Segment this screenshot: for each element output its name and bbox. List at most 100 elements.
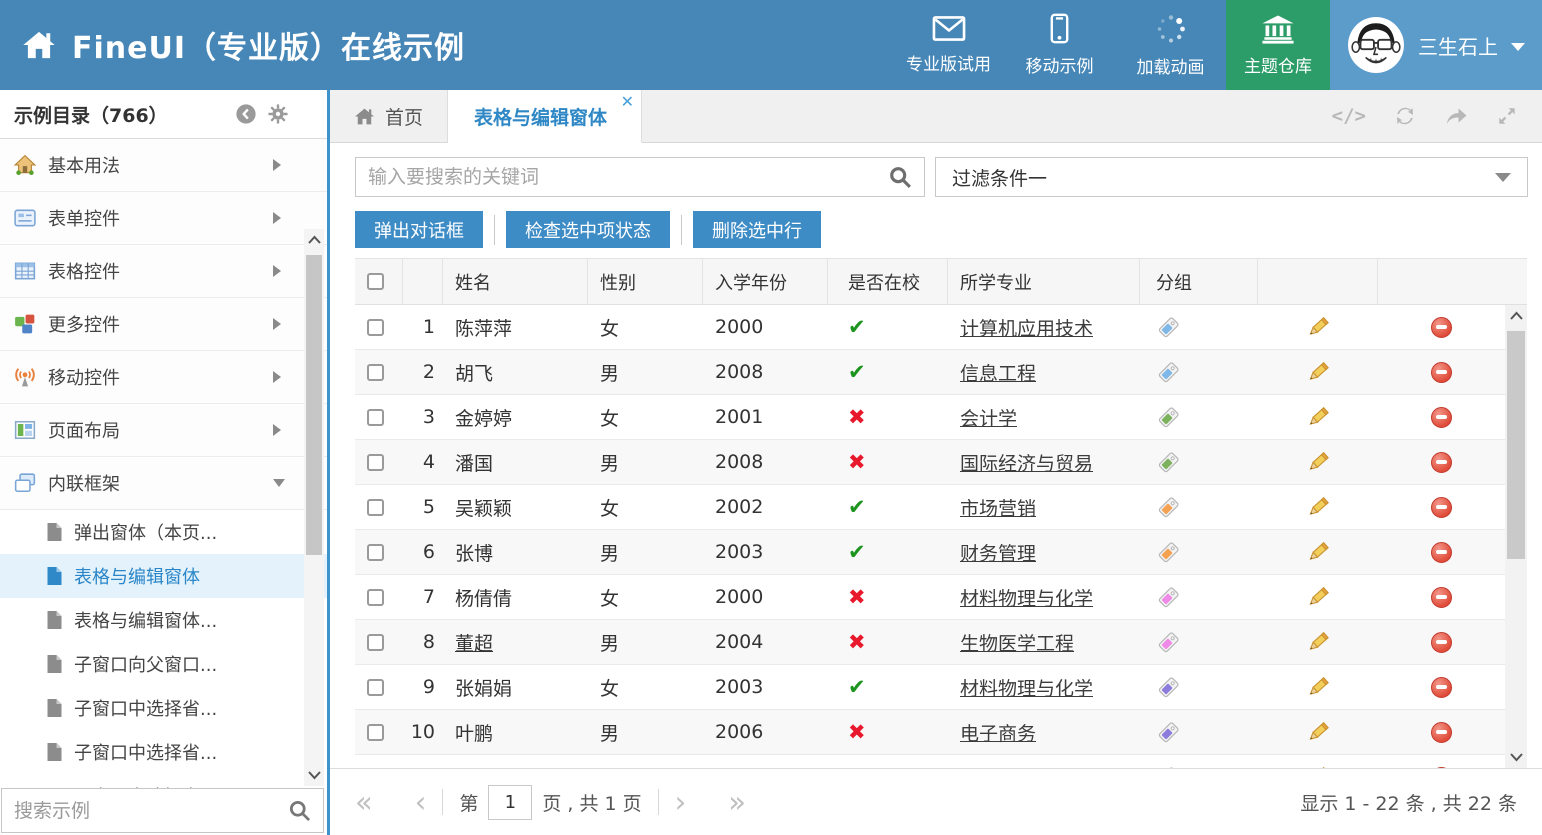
table-row[interactable]: 8 董超 男 2004 ✖ 生物医学工程 bbox=[355, 620, 1505, 665]
open-dialog-button[interactable]: 弹出对话框 bbox=[355, 211, 483, 248]
table-row[interactable]: 11 卜磊 女 2002 ✔ 管理学 bbox=[355, 755, 1505, 768]
edit-pencil-icon[interactable] bbox=[1306, 540, 1330, 564]
edit-pencil-icon[interactable] bbox=[1306, 630, 1330, 654]
sidebar-subitem-select-province-1[interactable]: 子窗口中选择省... bbox=[0, 686, 327, 730]
delete-icon[interactable] bbox=[1431, 542, 1452, 563]
sidebar-item-iframe[interactable]: 内联框架 bbox=[0, 457, 327, 510]
major-link[interactable]: 生物医学工程 bbox=[960, 629, 1074, 656]
last-page-button[interactable]: » bbox=[728, 788, 746, 817]
source-code-icon[interactable]: </> bbox=[1332, 105, 1366, 127]
nav-trial[interactable]: 专业版试用 bbox=[893, 0, 1004, 90]
row-checkbox[interactable] bbox=[367, 724, 384, 741]
check-selection-button[interactable]: 检查选中项状态 bbox=[506, 211, 670, 248]
search-icon[interactable] bbox=[888, 165, 912, 189]
row-checkbox[interactable] bbox=[367, 409, 384, 426]
delete-icon[interactable] bbox=[1431, 677, 1452, 698]
delete-icon[interactable] bbox=[1431, 452, 1452, 473]
edit-pencil-icon[interactable] bbox=[1306, 720, 1330, 744]
scroll-up-icon[interactable] bbox=[1505, 311, 1527, 320]
row-checkbox[interactable] bbox=[367, 589, 384, 606]
major-link[interactable]: 计算机应用技术 bbox=[960, 314, 1093, 341]
table-row[interactable]: 1 陈萍萍 女 2000 ✔ 计算机应用技术 bbox=[355, 305, 1505, 350]
table-row[interactable]: 2 胡飞 男 2008 ✔ 信息工程 bbox=[355, 350, 1505, 395]
table-row[interactable]: 6 张博 男 2003 ✔ 财务管理 bbox=[355, 530, 1505, 575]
table-row[interactable]: 7 杨倩倩 女 2000 ✖ 材料物理与化学 bbox=[355, 575, 1505, 620]
sidebar-scrollbar[interactable] bbox=[304, 229, 324, 786]
delete-icon[interactable] bbox=[1431, 362, 1452, 383]
major-link[interactable]: 会计学 bbox=[960, 404, 1017, 431]
table-row[interactable]: 10 叶鹏 男 2006 ✖ 电子商务 bbox=[355, 710, 1505, 755]
collapse-back-icon[interactable] bbox=[235, 103, 257, 125]
delete-icon[interactable] bbox=[1431, 632, 1452, 653]
page-number-input[interactable] bbox=[488, 785, 532, 820]
edit-pencil-icon[interactable] bbox=[1306, 315, 1330, 339]
delete-icon[interactable] bbox=[1431, 497, 1452, 518]
sidebar-subitem-grid-edit-window[interactable]: 表格与编辑窗体 bbox=[0, 554, 327, 598]
scroll-up-icon[interactable] bbox=[304, 235, 324, 244]
prev-page-button[interactable]: ‹ bbox=[415, 788, 427, 817]
first-page-button[interactable]: « bbox=[355, 788, 373, 817]
row-checkbox[interactable] bbox=[367, 319, 384, 336]
nav-theme-store[interactable]: 主题仓库 bbox=[1226, 0, 1330, 90]
sidebar-subitem-select-province-2[interactable]: 子窗口中选择省... bbox=[0, 730, 327, 774]
sidebar-item-page-layout[interactable]: 页面布局 bbox=[0, 404, 327, 457]
major-link[interactable]: 材料物理与化学 bbox=[960, 674, 1093, 701]
home-icon[interactable] bbox=[22, 29, 56, 61]
scroll-down-icon[interactable] bbox=[1505, 753, 1527, 762]
row-checkbox[interactable] bbox=[367, 679, 384, 696]
edit-pencil-icon[interactable] bbox=[1306, 405, 1330, 429]
major-link[interactable]: 市场营销 bbox=[960, 494, 1036, 521]
expand-icon[interactable] bbox=[1496, 105, 1518, 127]
refresh-icon[interactable] bbox=[1393, 104, 1417, 128]
edit-pencil-icon[interactable] bbox=[1306, 675, 1330, 699]
search-icon[interactable] bbox=[288, 799, 311, 822]
delete-icon[interactable] bbox=[1431, 722, 1452, 743]
tab-grid-edit-window[interactable]: 表格与编辑窗体 ✕ bbox=[448, 90, 642, 143]
close-icon[interactable]: ✕ bbox=[621, 92, 634, 111]
table-row[interactable]: 5 吴颖颖 女 2002 ✔ 市场营销 bbox=[355, 485, 1505, 530]
edit-pencil-icon[interactable] bbox=[1306, 450, 1330, 474]
delete-icon[interactable] bbox=[1431, 587, 1452, 608]
nav-loading-anim[interactable]: 加载动画 bbox=[1115, 0, 1226, 90]
next-page-button[interactable]: › bbox=[675, 788, 687, 817]
sidebar-subitem-child-to-parent[interactable]: 子窗口向父窗口... bbox=[0, 642, 327, 686]
nav-mobile-demo[interactable]: 移动示例 bbox=[1004, 0, 1115, 90]
table-row[interactable]: 3 金婷婷 女 2001 ✖ 会计学 bbox=[355, 395, 1505, 440]
select-all-checkbox[interactable] bbox=[367, 273, 384, 290]
grid-search-input[interactable] bbox=[368, 166, 888, 188]
delete-icon[interactable] bbox=[1431, 407, 1452, 428]
grid-scrollbar[interactable] bbox=[1505, 305, 1527, 768]
sidebar-subitem-popup-window[interactable]: 弹出窗体（本页... bbox=[0, 510, 327, 554]
delete-icon[interactable] bbox=[1431, 317, 1452, 338]
share-icon[interactable] bbox=[1444, 105, 1469, 127]
sidebar-item-grid-controls[interactable]: 表格控件 bbox=[0, 245, 327, 298]
grid-scrollbar-thumb[interactable] bbox=[1507, 331, 1525, 559]
tab-home[interactable]: 首页 bbox=[330, 90, 448, 142]
gear-icon[interactable] bbox=[267, 103, 289, 125]
sidebar-scrollbar-thumb[interactable] bbox=[306, 255, 322, 555]
delete-selected-button[interactable]: 删除选中行 bbox=[693, 211, 821, 248]
major-link[interactable]: 电子商务 bbox=[960, 719, 1036, 746]
sidebar-search-input[interactable] bbox=[14, 800, 288, 822]
sidebar-item-mobile-controls[interactable]: 移动控件 bbox=[0, 351, 327, 404]
row-checkbox[interactable] bbox=[367, 544, 384, 561]
table-row[interactable]: 9 张娟娟 女 2003 ✔ 材料物理与化学 bbox=[355, 665, 1505, 710]
edit-pencil-icon[interactable] bbox=[1306, 360, 1330, 384]
sidebar-subitem-select-province-3[interactable]: 子窗口中选择省 bbox=[0, 774, 327, 788]
filter-dropdown[interactable]: 过滤条件一 bbox=[935, 157, 1528, 197]
scroll-down-icon[interactable] bbox=[304, 771, 324, 780]
sidebar-subitem-grid-edit-window-2[interactable]: 表格与编辑窗体... bbox=[0, 598, 327, 642]
sidebar-item-more-controls[interactable]: 更多控件 bbox=[0, 298, 327, 351]
edit-pencil-icon[interactable] bbox=[1306, 495, 1330, 519]
sidebar-item-form-controls[interactable]: 表单控件 bbox=[0, 192, 327, 245]
row-checkbox[interactable] bbox=[367, 634, 384, 651]
major-link[interactable]: 信息工程 bbox=[960, 359, 1036, 386]
sidebar-item-basic[interactable]: 基本用法 bbox=[0, 139, 327, 192]
table-row[interactable]: 4 潘国 男 2008 ✖ 国际经济与贸易 bbox=[355, 440, 1505, 485]
user-menu[interactable]: 三生石上 bbox=[1330, 0, 1542, 90]
major-link[interactable]: 财务管理 bbox=[960, 539, 1036, 566]
row-checkbox[interactable] bbox=[367, 364, 384, 381]
major-link[interactable]: 材料物理与化学 bbox=[960, 584, 1093, 611]
major-link[interactable]: 国际经济与贸易 bbox=[960, 449, 1093, 476]
row-checkbox[interactable] bbox=[367, 499, 384, 516]
